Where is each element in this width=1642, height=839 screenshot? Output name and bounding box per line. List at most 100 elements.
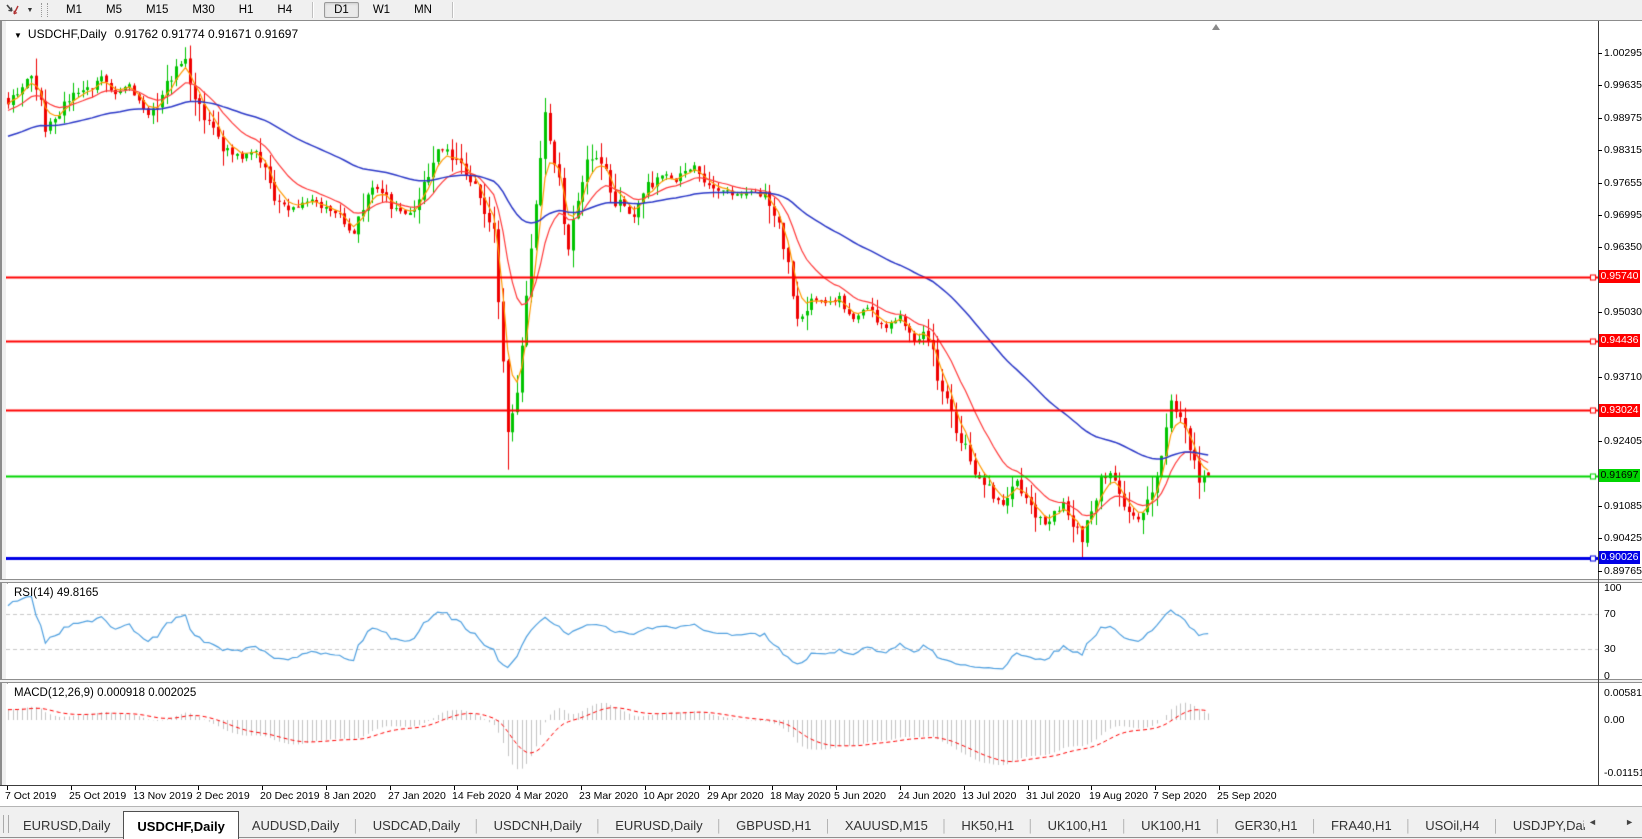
- tab-scroll-left-icon[interactable]: ◄: [1588, 817, 1597, 827]
- price-axis-label: 0.97655: [1604, 177, 1642, 189]
- price-axis-label: 1.00295: [1604, 47, 1642, 59]
- date-axis-label: 10 Apr 2020: [643, 790, 700, 802]
- hline-price-label[interactable]: 0.90026: [1599, 551, 1640, 564]
- rsi-axis-label: 100: [1604, 582, 1642, 594]
- macd-indicator-canvas[interactable]: [6, 684, 1598, 785]
- chart-window: ▼ USDCHF,Daily 0.91762 0.91774 0.91671 0.9…: [0, 21, 1642, 806]
- price-axis-label: 0.98975: [1604, 112, 1642, 124]
- tab-fra40-h1[interactable]: FRA40,H1: [1318, 811, 1405, 839]
- date-axis-label: 13 Jul 2020: [962, 790, 1016, 802]
- tab-audusd-daily[interactable]: AUDUSD,Daily: [239, 811, 352, 839]
- tab-separator: │: [1310, 811, 1318, 839]
- timeframe-button-h1[interactable]: H1: [229, 2, 264, 18]
- macd-axis-label: 0.005818: [1604, 687, 1642, 699]
- tab-hk50-h1[interactable]: HK50,H1: [948, 811, 1027, 839]
- rsi-indicator-canvas[interactable]: [6, 584, 1598, 680]
- tab-separator: │: [824, 811, 832, 839]
- rsi-axis-label: 30: [1604, 643, 1642, 655]
- price-axis-label: 0.96995: [1604, 209, 1642, 221]
- price-axis-label: 0.89765: [1604, 565, 1642, 577]
- tab-ger30-h1[interactable]: GER30,H1: [1222, 811, 1311, 839]
- tab-gbpusd-h1[interactable]: GBPUSD,H1: [723, 811, 824, 839]
- timeframe-button-m1[interactable]: M1: [56, 2, 92, 18]
- price-axis-tick: [1598, 538, 1602, 539]
- macd-axis-label: 0.00: [1604, 714, 1642, 726]
- chart-title: ▼ USDCHF,Daily 0.91762 0.91774 0.91671 0.9…: [14, 27, 298, 41]
- tab-separator: │: [1027, 811, 1035, 839]
- tab-scroll-right-icon[interactable]: ►: [1625, 817, 1634, 827]
- chart-symbol-label: USDCHF,Daily: [28, 27, 107, 41]
- price-axis-label: 0.96350: [1604, 241, 1642, 253]
- timeframe-button-d1[interactable]: D1: [324, 2, 359, 18]
- chart-ohlc-values: 0.91762 0.91774 0.91671 0.91697: [115, 27, 299, 41]
- chart-collapse-icon[interactable]: ▼: [14, 31, 22, 40]
- date-axis-label: 13 Nov 2019: [133, 790, 193, 802]
- macd-label: MACD(12,26,9) 0.000918 0.002025: [14, 687, 196, 699]
- price-axis-tick: [1598, 118, 1602, 119]
- rsi-axis-label: 0: [1604, 670, 1642, 682]
- date-axis-label: 25 Sep 2020: [1217, 790, 1277, 802]
- price-axis-tick: [1598, 215, 1602, 216]
- tab-uk100-h1[interactable]: UK100,H1: [1128, 811, 1214, 839]
- date-axis-label: 23 Mar 2020: [579, 790, 638, 802]
- price-axis-label: 0.92405: [1604, 435, 1642, 447]
- price-axis-tick: [1598, 571, 1602, 572]
- time-axis-line: [0, 785, 1642, 786]
- price-axis-line: [1598, 21, 1599, 785]
- chart-shift-marker-icon[interactable]: [1212, 24, 1220, 30]
- tab-separator: │: [1121, 811, 1129, 839]
- date-axis-label: 4 Mar 2020: [515, 790, 568, 802]
- price-axis-label: 0.98315: [1604, 144, 1642, 156]
- price-axis-label: 0.95030: [1604, 306, 1642, 318]
- tab-usoil-h4[interactable]: USOil,H4: [1412, 811, 1492, 839]
- tab-separator: │: [1214, 811, 1222, 839]
- cursor-tool-dropdown-caret[interactable]: ▼: [23, 7, 37, 14]
- tab-separator: │: [352, 811, 360, 839]
- tabbar-grip: [3, 815, 9, 833]
- hline-price-label[interactable]: 0.93024: [1599, 404, 1640, 417]
- date-axis-label: 7 Oct 2019: [5, 790, 56, 802]
- price-axis-tick: [1598, 377, 1602, 378]
- tab-usdcnh-daily[interactable]: USDCNH,Daily: [481, 811, 595, 839]
- hline-price-label[interactable]: 0.91697: [1599, 469, 1640, 482]
- tab-separator: │: [473, 811, 481, 839]
- toolbar-grip: [41, 3, 48, 17]
- hline-price-label[interactable]: 0.95740: [1599, 270, 1640, 283]
- price-axis-tick: [1598, 441, 1602, 442]
- price-axis-label: 0.99635: [1604, 79, 1642, 91]
- price-axis-label: 0.90425: [1604, 532, 1642, 544]
- tab-usdchf-daily[interactable]: USDCHF,Daily: [123, 811, 238, 839]
- price-axis-tick: [1598, 247, 1602, 248]
- tab-eurusd-daily[interactable]: EURUSD,Daily: [602, 811, 715, 839]
- tab-uk100-h1[interactable]: UK100,H1: [1035, 811, 1121, 839]
- tab-xauusd-m15[interactable]: XAUUSD,M15: [832, 811, 941, 839]
- tab-separator: │: [941, 811, 949, 839]
- price-chart-canvas[interactable]: [6, 21, 1598, 580]
- timeframe-button-m15[interactable]: M15: [136, 2, 178, 18]
- timeframe-button-m5[interactable]: M5: [96, 2, 132, 18]
- date-axis-label: 18 May 2020: [770, 790, 831, 802]
- tab-usdcad-daily[interactable]: USDCAD,Daily: [360, 811, 473, 839]
- price-axis-tick: [1598, 183, 1602, 184]
- toolbar-separator: [312, 2, 314, 18]
- date-axis-label: 19 Aug 2020: [1089, 790, 1148, 802]
- date-axis-label: 8 Jan 2020: [324, 790, 376, 802]
- crosshair-pointer-icon[interactable]: [3, 2, 23, 18]
- symbol-tab-bar: EURUSD,DailyUSDCHF,DailyAUDUSD,Daily│USD…: [0, 806, 1642, 839]
- hline-price-label[interactable]: 0.94436: [1599, 334, 1640, 347]
- tab-separator: │: [595, 811, 603, 839]
- tab-eurusd-daily[interactable]: EURUSD,Daily: [10, 811, 123, 839]
- tab-separator: │: [716, 811, 724, 839]
- date-axis-label: 24 Jun 2020: [898, 790, 956, 802]
- timeframe-button-mn[interactable]: MN: [404, 2, 442, 18]
- timeframe-button-h4[interactable]: H4: [267, 2, 302, 18]
- tab-separator: │: [1492, 811, 1500, 839]
- rsi-panel-divider[interactable]: [0, 579, 1642, 583]
- price-axis-tick: [1598, 312, 1602, 313]
- tab-usdjpy-daily[interactable]: USDJPY,Daily: [1500, 811, 1585, 839]
- timeframe-button-m30[interactable]: M30: [182, 2, 224, 18]
- timeframe-button-w1[interactable]: W1: [363, 2, 400, 18]
- tab-separator: │: [1405, 811, 1413, 839]
- macd-panel-divider[interactable]: [0, 679, 1642, 683]
- date-axis-label: 25 Oct 2019: [69, 790, 126, 802]
